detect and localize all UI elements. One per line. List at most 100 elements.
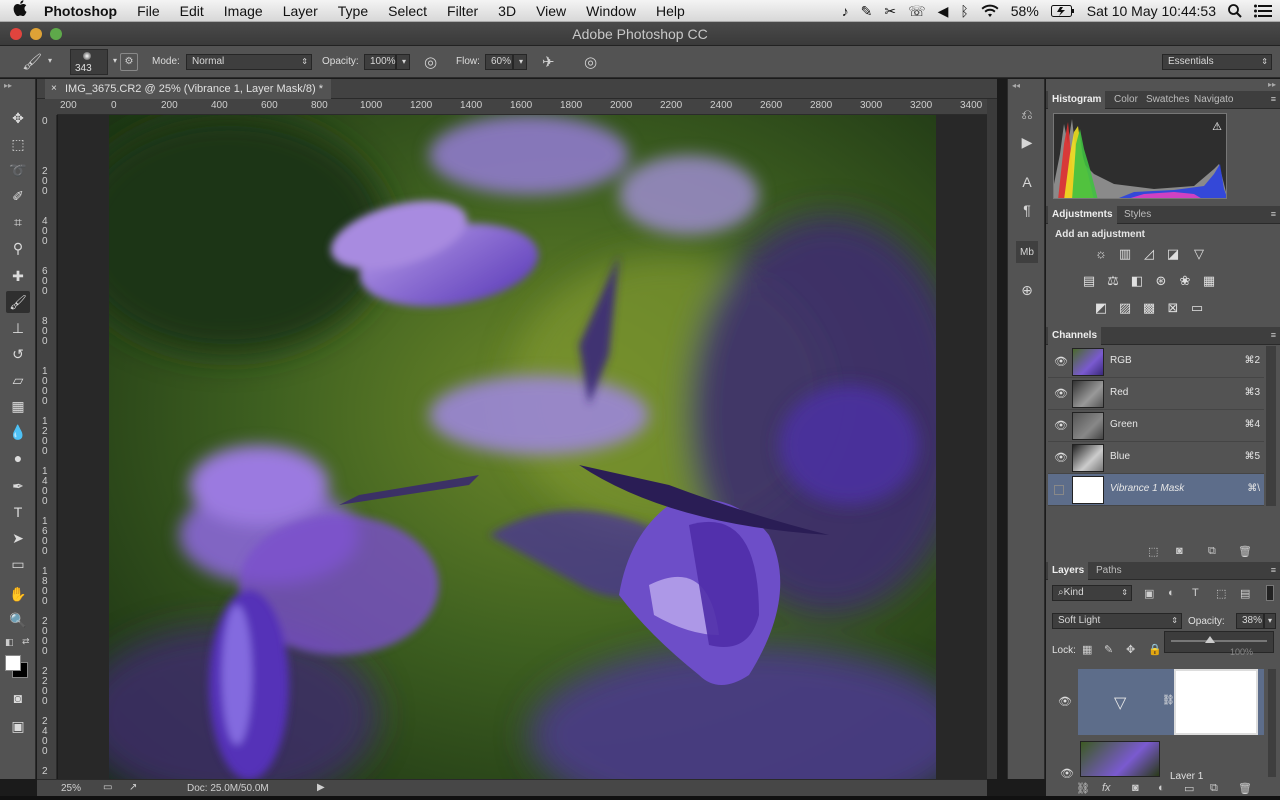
lock-position-icon[interactable]: ✥: [1126, 643, 1135, 656]
lock-all-icon[interactable]: 🔒: [1148, 643, 1162, 656]
pressure-opacity-icon[interactable]: ◎: [424, 53, 437, 71]
new-channel-icon[interactable]: ⧉: [1208, 545, 1216, 558]
layer-thumbnail[interactable]: [1080, 741, 1160, 777]
brush-status-icon[interactable]: ✎: [861, 3, 873, 20]
filter-shape-icon[interactable]: ⬚: [1216, 587, 1226, 600]
panel-menu-icon[interactable]: ≡: [1271, 94, 1276, 104]
menu-file[interactable]: File: [127, 0, 170, 22]
load-selection-icon[interactable]: ⬚: [1148, 545, 1158, 558]
quick-mask-icon[interactable]: ◙: [6, 687, 30, 709]
brush-panel-toggle-icon[interactable]: ⚙: [120, 53, 138, 71]
default-colors-icon[interactable]: ◧: [5, 637, 14, 648]
layer-opacity-dropdown[interactable]: ▾: [1264, 613, 1276, 629]
crop-tool-icon[interactable]: ⌗: [6, 211, 30, 233]
filter-toggle-switch[interactable]: [1266, 585, 1274, 601]
canvas-area[interactable]: [58, 115, 987, 779]
opacity-slider-track[interactable]: [1171, 640, 1267, 642]
phone-icon[interactable]: ☏: [908, 3, 926, 20]
filter-type-icon[interactable]: T: [1192, 587, 1199, 599]
warning-icon[interactable]: ⚠: [1212, 120, 1222, 133]
collapse-arrows-icon[interactable]: ▸▸: [4, 81, 12, 90]
exposure-icon[interactable]: ◪: [1164, 245, 1182, 263]
flow-dropdown-button[interactable]: ▾: [513, 54, 527, 70]
new-group-icon[interactable]: ▭: [1184, 782, 1194, 795]
wifi-icon[interactable]: [981, 4, 999, 18]
layers-scrollbar[interactable]: [1268, 669, 1276, 777]
channels-scrollbar[interactable]: [1266, 346, 1276, 506]
eye-icon[interactable]: 👁: [1054, 387, 1068, 400]
tab-swatches[interactable]: Swatches: [1142, 91, 1193, 109]
gradient-tool-icon[interactable]: ▦: [6, 395, 30, 417]
link-icon[interactable]: ⛓: [1162, 695, 1175, 706]
layer-mask-thumbnail[interactable]: [1174, 669, 1258, 735]
dodge-tool-icon[interactable]: ●: [6, 447, 30, 469]
delete-layer-icon[interactable]: 🗑: [1238, 782, 1252, 795]
menu-type[interactable]: Type: [328, 0, 378, 22]
brush-tool-preset-icon[interactable]: 🖌: [22, 52, 42, 72]
channel-row-rgb[interactable]: 👁 RGB ⌘2: [1048, 346, 1264, 378]
menu-layer[interactable]: Layer: [273, 0, 328, 22]
music-icon[interactable]: ♪: [842, 3, 849, 19]
app-menu[interactable]: Photoshop: [40, 0, 127, 22]
collapse-arrows-icon[interactable]: ◂◂: [1012, 81, 1020, 90]
tab-styles[interactable]: Styles: [1120, 206, 1155, 224]
lock-transparent-icon[interactable]: ▦: [1082, 643, 1092, 656]
menu-select[interactable]: Select: [378, 0, 437, 22]
share-icon[interactable]: ↗: [129, 782, 137, 793]
foreground-color-swatch[interactable]: [5, 655, 21, 671]
tools-status-icon[interactable]: ✂: [884, 3, 896, 20]
airbrush-icon[interactable]: ✈: [542, 53, 555, 71]
add-mask-icon[interactable]: ◙: [1132, 782, 1139, 794]
filter-adjustment-icon[interactable]: ◐: [1168, 587, 1175, 599]
rectangle-tool-icon[interactable]: ▭: [6, 553, 30, 575]
eye-icon[interactable]: 👁: [1054, 355, 1068, 368]
posterize-icon[interactable]: ▨: [1116, 299, 1134, 317]
spotlight-icon[interactable]: [1228, 4, 1242, 18]
paragraph-panel-icon[interactable]: ¶: [1016, 199, 1038, 221]
tab-histogram[interactable]: Histogram: [1048, 91, 1106, 109]
menu-filter[interactable]: Filter: [437, 0, 488, 22]
bluetooth-icon[interactable]: ᛒ: [960, 3, 968, 19]
invert-icon[interactable]: ◩: [1092, 299, 1110, 317]
menu-edit[interactable]: Edit: [170, 0, 214, 22]
clock[interactable]: Sat 10 May 10:44:53: [1087, 3, 1216, 19]
eye-icon[interactable]: 👁: [1054, 419, 1068, 432]
color-balance-icon[interactable]: ⚖: [1104, 272, 1122, 290]
clone-stamp-tool-icon[interactable]: ⊥: [6, 317, 30, 339]
brightness-contrast-icon[interactable]: ☼: [1092, 245, 1110, 263]
document-image[interactable]: [109, 115, 936, 779]
eye-icon[interactable]: 👁: [1058, 695, 1072, 708]
panel-menu-icon[interactable]: ≡: [1271, 565, 1276, 575]
tab-layers[interactable]: Layers: [1048, 562, 1089, 580]
channel-row-red[interactable]: 👁 Red ⌘3: [1048, 378, 1264, 410]
new-fill-adjustment-icon[interactable]: ◐: [1158, 782, 1165, 794]
history-brush-tool-icon[interactable]: ↺: [6, 343, 30, 365]
mode-select[interactable]: Normal ⇕: [186, 54, 312, 70]
brush-size-picker[interactable]: 343 ▾: [70, 49, 117, 75]
selective-color-icon[interactable]: ⊠: [1164, 299, 1182, 317]
battery-icon[interactable]: [1050, 5, 1075, 17]
levels-icon[interactable]: ▥: [1116, 245, 1134, 263]
camera-icon[interactable]: ▭: [103, 782, 112, 793]
screen-mode-icon[interactable]: ▣: [6, 715, 30, 737]
curves-icon[interactable]: ◿: [1140, 245, 1158, 263]
pen-tool-icon[interactable]: ✒: [6, 475, 30, 497]
blur-tool-icon[interactable]: 💧: [6, 421, 30, 443]
opacity-dropdown-button[interactable]: ▾: [396, 54, 410, 70]
new-layer-icon[interactable]: ⧉: [1210, 782, 1218, 795]
clone-source-icon[interactable]: ⊕: [1016, 279, 1038, 301]
tab-paths[interactable]: Paths: [1092, 562, 1126, 580]
threshold-icon[interactable]: ▩: [1140, 299, 1158, 317]
ruler-origin[interactable]: [37, 99, 57, 115]
close-window-button[interactable]: [10, 28, 22, 40]
hand-tool-icon[interactable]: ✋: [6, 583, 30, 605]
menu-help[interactable]: Help: [646, 0, 695, 22]
link-layers-icon[interactable]: ⛓: [1076, 782, 1090, 795]
eye-icon[interactable]: 👁: [1054, 451, 1068, 464]
apple-icon[interactable]: [0, 0, 40, 21]
menu-window[interactable]: Window: [576, 0, 646, 22]
horizontal-ruler[interactable]: 200 0 200 400 600 800 1000 1200 1400 160…: [57, 99, 987, 115]
eyedropper-tool-icon[interactable]: ⚲: [6, 237, 30, 259]
type-tool-icon[interactable]: T: [6, 501, 30, 523]
visibility-checkbox[interactable]: [1054, 485, 1064, 495]
